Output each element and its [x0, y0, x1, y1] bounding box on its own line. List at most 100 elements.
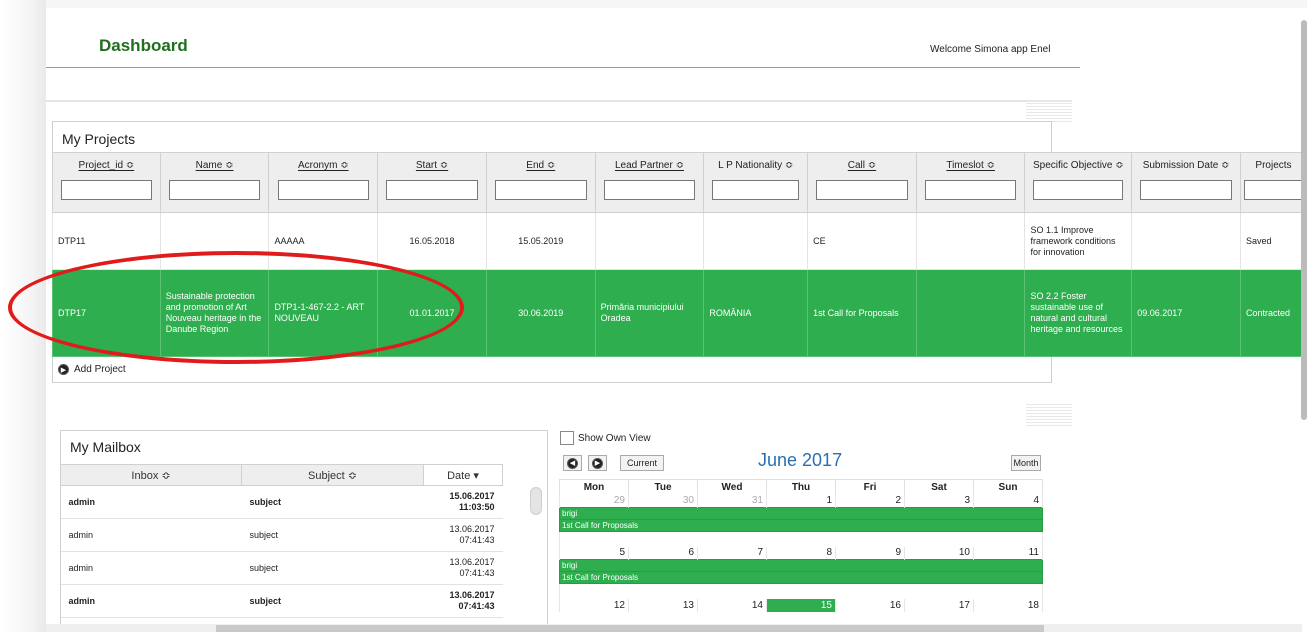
project-row[interactable]: DTP17 Sustainable protection and promotio… [52, 269, 1307, 357]
projects-header-row: Project_id ≎ Name ≎ Acronym ≎ Start ≎ End ≎ L… [52, 152, 1307, 213]
column-header-label[interactable]: L P Nationality ≎ [707, 156, 804, 180]
calendar-day-cell[interactable]: 3 [904, 494, 974, 508]
column-filter-input[interactable] [712, 180, 800, 200]
projects-column-header[interactable]: Call ≎ [807, 152, 917, 213]
projects-column-header[interactable]: Projects [1239, 152, 1307, 213]
calendar-day-cell[interactable]: 1 [766, 494, 836, 508]
projects-body: DTP11 AAAAA 16.05.2018 15.05.2019 CE SO 1.1 I… [52, 212, 1307, 357]
column-filter-input[interactable] [1033, 180, 1124, 200]
calendar-day-cell[interactable]: 14 [697, 598, 767, 612]
calendar-day-cell[interactable]: 31 [697, 494, 767, 508]
projects-column-header[interactable]: Lead Partner ≎ [594, 152, 705, 213]
calendar-month-button[interactable]: Month [1011, 455, 1041, 471]
mail-row[interactable]: admin subject 13.06.2017 07:41:43 [60, 551, 503, 585]
welcome-text: Welcome Simona app Enel [930, 44, 1051, 55]
column-filter-input[interactable] [386, 180, 478, 200]
calendar-day-cell[interactable]: 17 [904, 598, 974, 612]
mail-row[interactable]: admin subject 13.06.2017 07:41:43 [60, 584, 503, 618]
projects-column-header[interactable]: Specific Objective ≎ [1024, 152, 1133, 213]
project-cell: 01.01.2017 [377, 269, 487, 357]
calendar-event[interactable]: 1st Call for Proposals [559, 519, 1043, 532]
project-cell [915, 212, 1026, 270]
mail-row[interactable]: admin subject 15.06.2017 11:03:50 [60, 485, 503, 519]
show-own-view-toggle[interactable]: Show Own View [560, 431, 651, 445]
column-filter-input[interactable] [277, 180, 370, 200]
projects-column-header[interactable]: Name ≎ [159, 152, 270, 213]
calendar-day-cell[interactable]: 4 [973, 494, 1043, 508]
calendar-day-cell[interactable]: 5 [559, 546, 629, 560]
mailbox-column-header[interactable]: Inbox ≎ [60, 464, 242, 486]
project-cell: Contracted [1239, 269, 1307, 357]
projects-column-header[interactable]: End ≎ [485, 152, 596, 213]
calendar-day-cell[interactable]: 7 [697, 546, 767, 560]
projects-column-header[interactable]: Submission Date ≎ [1131, 152, 1241, 213]
project-cell: 15.05.2019 [485, 212, 596, 270]
column-filter-input[interactable] [816, 180, 908, 200]
column-header-label[interactable]: Project_id ≎ [56, 156, 157, 180]
projects-column-header[interactable]: Acronym ≎ [268, 152, 379, 213]
column-header-label[interactable]: Specific Objective ≎ [1028, 156, 1128, 180]
calendar-event[interactable]: 1st Call for Proposals [559, 571, 1043, 584]
calendar-day-cell[interactable]: 8 [766, 546, 836, 560]
projects-table: Project_id ≎ Name ≎ Acronym ≎ Start ≎ End ≎ L… [52, 152, 1307, 357]
column-filter-input[interactable] [494, 180, 587, 200]
section-divider [46, 100, 1072, 102]
project-row[interactable]: DTP11 AAAAA 16.05.2018 15.05.2019 CE SO 1.1 I… [52, 212, 1307, 270]
column-header-label[interactable]: End ≎ [490, 156, 592, 180]
column-header-label[interactable]: Lead Partner ≎ [599, 156, 701, 180]
calendar-day-cell[interactable]: 29 [559, 494, 629, 508]
project-cell: 30.06.2019 [485, 269, 596, 357]
projects-column-header[interactable]: Start ≎ [377, 152, 487, 213]
calendar-day-cell[interactable]: 30 [628, 494, 698, 508]
horizontal-scrollbar-thumb[interactable] [216, 625, 1044, 632]
weekday-header: Sun [973, 479, 1043, 495]
mailbox-column-header[interactable]: Subject ≎ [241, 464, 424, 486]
mail-subject-cell: subject [241, 518, 424, 552]
column-header-label[interactable]: Name ≎ [164, 156, 266, 180]
top-band [0, 0, 1307, 8]
calendar-event[interactable]: brigi [559, 559, 1043, 572]
column-header-label[interactable]: Submission Date ≎ [1135, 156, 1237, 180]
add-project-button[interactable]: ▶ Add Project [58, 364, 126, 375]
calendar-day-cell[interactable]: 13 [628, 598, 698, 612]
column-header-label[interactable]: Acronym ≎ [272, 156, 374, 180]
calendar-prev-button[interactable]: ◀ [563, 455, 582, 471]
mail-inbox-cell: admin [60, 551, 242, 585]
calendar-event[interactable]: brigi [559, 507, 1043, 520]
mail-date-cell: 15.06.2017 11:03:50 [423, 485, 503, 519]
column-header-label[interactable]: Projects [1244, 156, 1303, 180]
mail-row[interactable]: admin subject 13.06.2017 07:41:43 [60, 518, 503, 552]
calendar-day-cell[interactable]: 18 [973, 598, 1043, 612]
column-filter-input[interactable] [168, 180, 261, 200]
calendar-day-cell[interactable]: 15 [766, 598, 836, 612]
vertical-scrollbar-thumb[interactable] [1301, 20, 1307, 420]
projects-column-header[interactable]: Timeslot ≎ [915, 152, 1026, 213]
calendar-next-button[interactable]: ▶ [588, 455, 607, 471]
calendar-day-cell[interactable]: 16 [835, 598, 905, 612]
mailbox-column-header[interactable]: Date ▾ [423, 464, 503, 486]
project-cell: DTP1-1-467-2.2 - ART NOUVEAU [268, 269, 379, 357]
calendar-current-button[interactable]: Current [620, 455, 664, 471]
column-header-label[interactable]: Start ≎ [381, 156, 483, 180]
column-filter-input[interactable] [61, 180, 152, 200]
column-filter-input[interactable] [924, 180, 1017, 200]
calendar-day-cell[interactable]: 6 [628, 546, 698, 560]
column-header-label[interactable]: Timeslot ≎ [920, 156, 1022, 180]
calendar-day-cell[interactable]: 12 [559, 598, 629, 612]
calendar-day-cell[interactable]: 11 [973, 546, 1043, 560]
show-own-view-checkbox[interactable] [560, 431, 574, 445]
projects-column-header[interactable]: L P Nationality ≎ [703, 152, 809, 213]
calendar-day-cell[interactable]: 10 [904, 546, 974, 560]
mailbox-scrollbar[interactable] [530, 487, 542, 515]
project-cell: Saved [1239, 212, 1307, 270]
weekday-header: Wed [697, 479, 767, 495]
column-filter-input[interactable] [1140, 180, 1232, 200]
calendar-day-cell[interactable]: 2 [835, 494, 905, 508]
calendar-day-cell[interactable]: 9 [835, 546, 905, 560]
column-filter-input[interactable] [1243, 180, 1303, 200]
projects-column-header[interactable]: Project_id ≎ [52, 152, 161, 213]
column-filter-input[interactable] [603, 180, 696, 200]
calendar-gap-cell [559, 583, 1043, 599]
column-header-label[interactable]: Call ≎ [811, 156, 913, 180]
mail-subject-cell: subject [241, 551, 424, 585]
